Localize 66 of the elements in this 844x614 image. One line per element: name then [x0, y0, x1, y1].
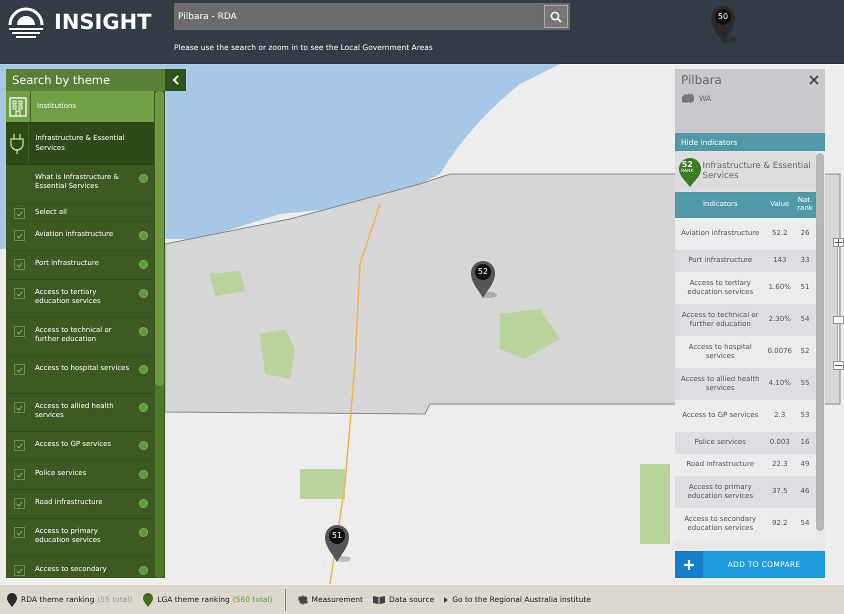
signpost-icon	[298, 594, 308, 604]
checkbox[interactable]	[14, 259, 25, 270]
zoom-out-button[interactable]	[833, 361, 844, 370]
scrollbar-track[interactable]	[816, 153, 824, 531]
close-button[interactable]	[809, 75, 819, 85]
check-icon	[16, 366, 23, 372]
search-button[interactable]	[542, 3, 570, 30]
chevron-left-icon	[172, 75, 179, 85]
info-icon[interactable]	[139, 403, 148, 412]
pin-icon	[6, 592, 18, 607]
plus-icon	[835, 239, 842, 246]
zoom-in-button[interactable]	[833, 238, 844, 247]
check-icon	[16, 404, 23, 410]
checkbox[interactable]	[14, 498, 25, 509]
info-icon[interactable]	[139, 528, 148, 537]
plus-icon	[684, 560, 694, 570]
check-icon	[16, 290, 23, 296]
book-icon	[373, 595, 385, 604]
zoom-slider-thumb[interactable]	[833, 316, 844, 324]
check-icon	[16, 500, 23, 506]
checkbox[interactable]	[14, 326, 25, 337]
caret-icon	[444, 596, 448, 602]
checkbox[interactable]	[14, 230, 25, 241]
info-icon[interactable]	[139, 365, 148, 374]
plug-icon	[10, 132, 24, 154]
building-icon	[9, 96, 27, 116]
info-icon[interactable]	[139, 260, 148, 269]
info-icon[interactable]	[139, 289, 148, 298]
info-icon[interactable]	[139, 174, 148, 183]
info-icon[interactable]	[139, 499, 148, 508]
checkbox[interactable]	[14, 565, 25, 576]
check-icon	[16, 472, 23, 478]
collapse-button[interactable]	[165, 69, 186, 91]
info-icon[interactable]	[139, 566, 148, 575]
checkbox[interactable]	[14, 469, 25, 480]
info-icon[interactable]	[139, 470, 148, 479]
info-icon[interactable]	[139, 231, 148, 240]
check-icon	[16, 530, 23, 536]
logo-icon	[6, 5, 46, 39]
sidebar-title: Search by theme	[6, 69, 165, 91]
checkbox[interactable]	[14, 208, 25, 219]
australia-map-icon	[681, 92, 695, 104]
logo-text: INSIGHT	[54, 10, 152, 34]
search-icon	[550, 10, 562, 22]
region-title: Pilbara	[681, 73, 722, 87]
info-icon[interactable]	[139, 327, 148, 336]
checkbox[interactable]	[14, 402, 25, 413]
checkbox[interactable]	[14, 527, 25, 538]
checkbox[interactable]	[14, 288, 25, 299]
check-icon	[16, 568, 23, 574]
minus-icon	[835, 362, 842, 369]
pin-icon	[142, 592, 154, 607]
search-field[interactable]: Pilbara - RDA	[174, 3, 542, 30]
map-pin[interactable]: 50	[709, 4, 737, 44]
checkbox[interactable]	[14, 364, 25, 375]
check-icon	[16, 232, 23, 238]
theme-title: Infrastructure & Essential Services	[702, 162, 812, 181]
check-icon	[16, 262, 23, 268]
check-icon	[16, 442, 23, 448]
info-icon[interactable]	[139, 441, 148, 450]
check-icon	[16, 210, 23, 216]
scrollbar-track[interactable]	[155, 91, 164, 578]
checkbox[interactable]	[14, 440, 25, 451]
map-pin[interactable]: 52	[469, 259, 497, 299]
map-pin[interactable]: 51	[323, 523, 351, 563]
check-icon	[16, 328, 23, 334]
